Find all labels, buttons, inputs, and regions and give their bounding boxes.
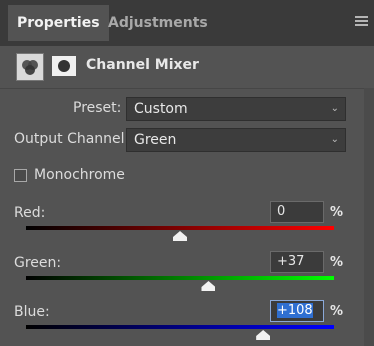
panel-menu-icon[interactable]	[355, 16, 368, 28]
red-slider-track[interactable]	[26, 226, 334, 230]
tab-adjustments[interactable]: Adjustments	[99, 5, 217, 41]
panel-title: Channel Mixer	[86, 57, 199, 73]
output-channel-value: Green	[134, 132, 177, 148]
blue-unit: %	[330, 304, 344, 319]
green-value: +37	[277, 254, 305, 269]
red-label: Red:	[14, 205, 46, 221]
monochrome-checkbox[interactable]	[14, 169, 27, 182]
chevron-down-icon: ⌄	[330, 103, 339, 114]
panel-tab-bar: Properties Adjustments	[0, 0, 374, 46]
red-unit: %	[330, 205, 344, 220]
panel-scrollbar[interactable]	[364, 88, 374, 346]
blue-value: +108	[277, 303, 313, 318]
blue-value-field[interactable]: +108	[270, 300, 324, 322]
properties-header: Channel Mixer	[0, 46, 374, 89]
tab-properties[interactable]: Properties	[8, 5, 109, 41]
green-slider-track[interactable]	[26, 276, 334, 280]
output-channel-label: Output Channel:	[14, 131, 130, 147]
blue-label: Blue:	[14, 304, 50, 320]
blue-slider-track[interactable]	[26, 325, 334, 329]
green-unit: %	[330, 255, 344, 270]
red-value: 0	[277, 204, 286, 219]
channel-mixer-icon[interactable]	[16, 53, 44, 81]
red-value-field[interactable]: 0	[270, 201, 324, 223]
chevron-down-icon: ⌄	[330, 134, 339, 145]
preset-value: Custom	[134, 101, 188, 117]
preset-select[interactable]: Custom ⌄	[126, 97, 346, 121]
layer-mask-icon[interactable]	[52, 56, 76, 76]
green-value-field[interactable]: +37	[270, 251, 324, 273]
monochrome-label: Monochrome	[34, 167, 125, 183]
output-channel-select[interactable]: Green ⌄	[126, 128, 346, 152]
preset-label: Preset:	[73, 100, 122, 116]
green-label: Green:	[14, 255, 62, 271]
